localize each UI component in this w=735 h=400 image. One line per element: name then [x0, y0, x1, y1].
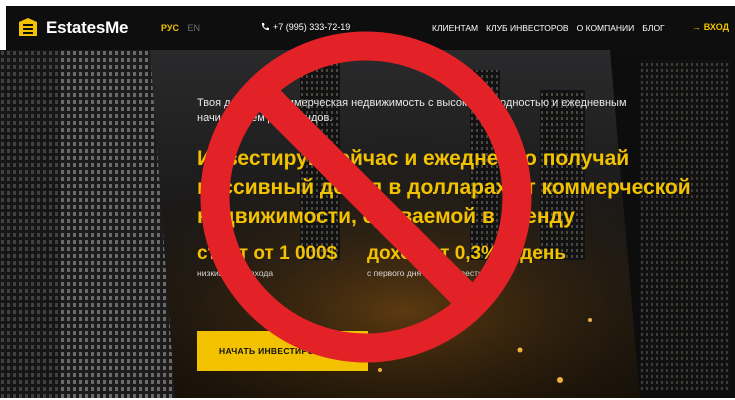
nav-item-blog[interactable]: БЛОГ	[642, 23, 664, 33]
hero-intro-line: Твоя доходная коммерческая недвижимость …	[197, 97, 627, 109]
language-switcher: РУС EN	[161, 23, 200, 33]
brand-name: EstatesMe	[46, 18, 129, 37]
lang-ru[interactable]: РУС	[161, 23, 179, 33]
login-link[interactable]: → ВХОД	[692, 22, 729, 32]
hero-section: Твоя доходная коммерческая недвижимость …	[0, 50, 735, 398]
hero-headline: Инвестируй сейчас и ежедневно получай па…	[197, 144, 735, 231]
hero-headline-line: пассивный доход в долларах от коммерческ…	[197, 176, 691, 199]
stat-daily-return-note: с первого дня вашей инвестиции	[367, 268, 498, 278]
login-label: ВХОД	[703, 22, 729, 32]
stat-daily-return: доход от 0,3% в день	[367, 243, 567, 264]
hero-headline-line: недвижимости, сдаваемой в аренду	[197, 205, 575, 228]
landing-page: EstatesMe РУС EN +7 (995) 333-72-19 КЛИЕ…	[0, 0, 735, 400]
hero-headline-line: Инвестируй сейчас и ежедневно получай	[197, 147, 630, 170]
nav-item-clients[interactable]: КЛИЕНТАМ	[432, 23, 478, 33]
phone-link[interactable]: +7 (995) 333-72-19	[260, 22, 350, 32]
lang-en[interactable]: EN	[188, 23, 201, 33]
hero-intro-line: начислением дивидендов.	[197, 112, 333, 124]
phone-icon	[261, 23, 269, 31]
estatesme-logo-icon	[19, 18, 37, 36]
start-investing-button[interactable]: НАЧАТЬ ИНВЕСТИРОВАТЬ	[197, 331, 368, 371]
main-nav: КЛИЕНТАМ КЛУБ ИНВЕСТОРОВ О КОМПАНИИ БЛОГ	[432, 23, 665, 33]
brand-logo[interactable]: EstatesMe	[16, 16, 128, 40]
nav-item-investors-club[interactable]: КЛУБ ИНВЕСТОРОВ	[486, 23, 569, 33]
nav-item-about[interactable]: О КОМПАНИИ	[577, 23, 635, 33]
arrow-right-icon: →	[691, 22, 701, 32]
hero-intro: Твоя доходная коммерческая недвижимость …	[197, 96, 717, 126]
stat-min-investment: старт от 1 000$	[197, 243, 338, 264]
phone-number: +7 (995) 333-72-19	[273, 22, 351, 32]
stat-min-investment-note: низкий порог входа	[197, 268, 274, 278]
site-header: EstatesMe РУС EN +7 (995) 333-72-19 КЛИЕ…	[6, 6, 735, 50]
